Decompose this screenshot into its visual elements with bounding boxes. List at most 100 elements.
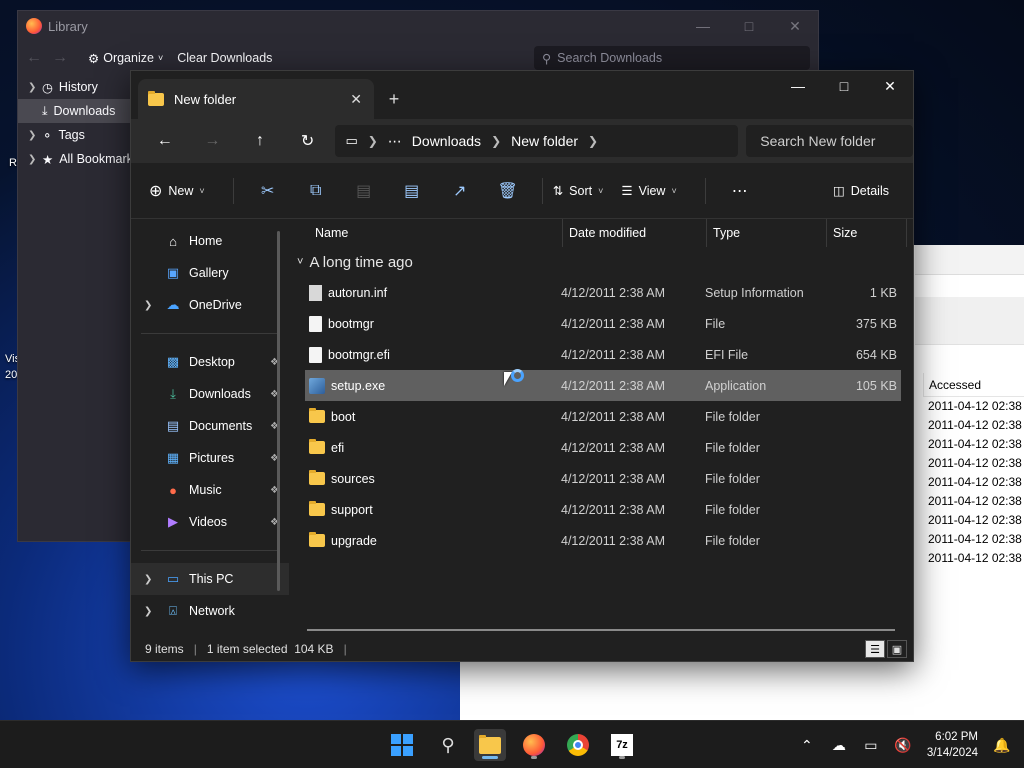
maximize-icon[interactable]: □ [726, 18, 772, 35]
firefox-taskbar-button[interactable] [518, 729, 550, 761]
file-row[interactable]: boot 4/12/2011 2:38 AM File folder [305, 401, 901, 432]
horizontal-scrollbar[interactable] [307, 629, 895, 631]
details-view-icon[interactable]: ☰ [865, 640, 885, 658]
clock[interactable]: 6:02 PM 3/14/2024 [919, 729, 986, 761]
accessed-cell: 2011-04-12 02:38 [928, 456, 1022, 470]
refresh-icon[interactable]: ↻ [284, 131, 332, 151]
address-bar[interactable]: ▭ ❯ ⋯ Downloads ❯ New folder ❯ [335, 125, 739, 157]
monitor-icon: ▭ [345, 133, 358, 148]
more-options-icon[interactable]: ⋯ [716, 181, 764, 201]
maximize-icon[interactable]: □ [821, 71, 867, 101]
nav-item-music[interactable]: ● Music ❖ [131, 474, 289, 506]
forward-arrow-icon[interactable]: → [189, 132, 237, 150]
sidebar-item-downloads[interactable]: ⤓ Downloads [18, 99, 133, 123]
clear-downloads-button[interactable]: Clear Downloads [177, 51, 272, 65]
close-tab-icon[interactable]: ✕ [350, 91, 362, 108]
search-taskbar-button[interactable]: ⚲ [432, 729, 464, 761]
tiles-view-icon[interactable]: ▣ [887, 640, 907, 658]
cut-icon[interactable]: ✂ [244, 181, 292, 201]
computer-icon: ▭ [166, 571, 180, 586]
details-button[interactable]: ◫ Details [832, 183, 889, 199]
close-icon[interactable]: ✕ [867, 71, 913, 101]
volume-muted-icon[interactable]: 🔇 [887, 737, 919, 754]
nav-item-onedrive[interactable]: ❯ ☁ OneDrive [131, 289, 289, 321]
application-icon [309, 377, 325, 394]
copy-icon[interactable]: ⧉ [292, 182, 340, 200]
nav-item-pictures[interactable]: ▦ Pictures ❖ [131, 442, 289, 474]
file-row[interactable]: bootmgr.efi 4/12/2011 2:38 AM EFI File 654 … [305, 339, 901, 370]
library-sidebar: ❯ ◷ History ⤓ Downloads ❯ ⚬ Tags ❯ ★ All Bookma… [18, 75, 133, 171]
nav-item-videos[interactable]: ▶ Videos ❖ [131, 506, 289, 538]
details-pane-icon: ◫ [832, 184, 845, 198]
accessed-header[interactable]: Accessed [923, 373, 1024, 397]
paste-icon[interactable]: ▤ [340, 181, 388, 201]
notification-bell-icon[interactable]: 🔔 [986, 737, 1018, 754]
search-input[interactable]: Search New folder [746, 125, 913, 157]
breadcrumb-downloads[interactable]: Downloads [412, 133, 481, 149]
file-type: Application [705, 378, 767, 393]
clock-icon: ◷ [42, 80, 53, 95]
organize-button[interactable]: ⚙ Organize ˅ [88, 51, 163, 66]
more-locations-icon[interactable]: ⋯ [388, 133, 402, 150]
column-name[interactable]: Name [289, 219, 563, 247]
nav-item-desktop[interactable]: ▩ Desktop ❖ [131, 346, 289, 378]
nav-item-home[interactable]: ⌂ Home [131, 225, 289, 257]
file-row[interactable]: autorun.inf 4/12/2011 2:38 AM Setup Inform… [305, 277, 901, 308]
accessed-column: Accessed 2011-04-12 02:38 2011-04-12 02:3… [923, 373, 1024, 568]
share-icon[interactable]: ↗ [436, 181, 484, 201]
minimize-icon[interactable]: — [680, 18, 726, 35]
group-header[interactable]: ˅ A long time ago [289, 247, 913, 277]
nav-item-gallery[interactable]: ▣ Gallery [131, 257, 289, 289]
sort-icon: ⇅ [552, 184, 564, 198]
breadcrumb-new-folder[interactable]: New folder [511, 133, 578, 149]
up-arrow-icon[interactable]: ↑ [236, 132, 284, 150]
file-explorer-taskbar-button[interactable] [474, 729, 506, 761]
view-button[interactable]: ☰ View ˅ [621, 183, 676, 199]
network-icon[interactable]: ▭ [855, 737, 887, 754]
column-size[interactable]: Size [827, 219, 907, 247]
library-titlebar: Library — □ ✕ [18, 11, 818, 41]
start-button[interactable] [386, 729, 418, 761]
file-row[interactable]: upgrade 4/12/2011 2:38 AM File folder [305, 525, 901, 556]
sort-button[interactable]: ⇅ Sort ˅ [552, 183, 604, 199]
folder-icon [309, 501, 325, 516]
file-size: 654 KB [855, 347, 897, 362]
delete-icon[interactable]: 🗑 [484, 181, 532, 201]
back-arrow-icon[interactable]: ← [26, 49, 52, 67]
library-search-input[interactable]: ⚲ Search Downloads [534, 46, 810, 70]
chevron-up-icon[interactable]: ⌃ [791, 737, 823, 754]
minimize-icon[interactable]: — [775, 71, 821, 101]
back-arrow-icon[interactable]: ← [141, 132, 189, 150]
file-list: Name Date modified Type Size ˅ A long ti… [289, 219, 913, 637]
forward-arrow-icon[interactable]: → [52, 49, 78, 67]
close-icon[interactable]: ✕ [772, 18, 818, 35]
sidebar-item-all-bookmarks[interactable]: ❯ ★ All Bookmarks [18, 147, 133, 171]
nav-item-network[interactable]: ❯ ⍓ Network [131, 595, 289, 627]
file-row[interactable]: setup.exe 4/12/2011 2:38 AM Application 105… [305, 370, 901, 401]
file-row[interactable]: bootmgr 4/12/2011 2:38 AM File 375 KB [305, 308, 901, 339]
nav-item-this-pc[interactable]: ❯ ▭ This PC [131, 563, 289, 595]
7zip-taskbar-button[interactable]: 7z [606, 729, 638, 761]
tab-new-folder[interactable]: New folder ✕ [138, 79, 374, 119]
file-row[interactable]: support 4/12/2011 2:38 AM File folder [305, 494, 901, 525]
new-tab-button[interactable]: + [374, 79, 414, 119]
nav-item-downloads[interactable]: ⤓ Downloads ❖ [131, 378, 289, 410]
nav-scrollbar[interactable] [277, 231, 280, 591]
file-date: 4/12/2011 2:38 AM [561, 316, 666, 331]
rename-icon[interactable]: ▤ [388, 181, 436, 201]
column-type[interactable]: Type [707, 219, 827, 247]
onedrive-icon[interactable]: ☁ [823, 737, 855, 754]
file-row[interactable]: efi 4/12/2011 2:38 AM File folder [305, 432, 901, 463]
sidebar-item-history[interactable]: ❯ ◷ History [18, 75, 133, 99]
column-header-row: Name Date modified Type Size [289, 219, 913, 247]
sidebar-item-tags[interactable]: ❯ ⚬ Tags [18, 123, 133, 147]
file-type: File folder [705, 409, 760, 424]
column-date-modified[interactable]: Date modified [563, 219, 707, 247]
chrome-taskbar-button[interactable] [562, 729, 594, 761]
file-row[interactable]: sources 4/12/2011 2:38 AM File folder [305, 463, 901, 494]
nav-item-documents[interactable]: ▤ Documents ❖ [131, 410, 289, 442]
system-tray: ⌃ ☁ ▭ 🔇 6:02 PM 3/14/2024 🔔 [791, 721, 1024, 768]
navigation-pane: ⌂ Home ▣ Gallery ❯ ☁ OneDrive ▩ Desktop ❖ ⤓ Dow… [131, 219, 289, 637]
file-type: File [705, 316, 726, 331]
new-button[interactable]: ⊕ New ˅ [149, 181, 205, 201]
